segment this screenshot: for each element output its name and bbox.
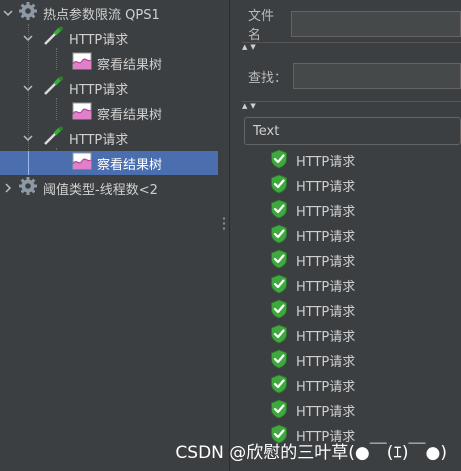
- tree-item-http-request[interactable]: HTTP请求: [0, 26, 218, 50]
- thread-group-gear-icon: [18, 1, 38, 25]
- result-item-label: HTTP请求: [296, 180, 356, 195]
- tree-item-label: HTTP请求: [69, 32, 129, 48]
- view-results-tree-chart-icon: [72, 52, 92, 74]
- success-shield-check-icon: [270, 199, 288, 223]
- tree-item-label: HTTP请求: [69, 82, 129, 98]
- expand-down-arrow-icon[interactable]: ▼: [250, 44, 255, 51]
- results-panel: 文件名 ▲ ▼ 查找： ▲ ▼ Text HTTP请求 HTTP请求 HTTP请…: [230, 0, 461, 471]
- collapse-chevron-icon[interactable]: [22, 82, 34, 94]
- splitter-grip-icon[interactable]: [222, 216, 226, 232]
- result-item[interactable]: HTTP请求: [270, 273, 355, 298]
- tree-item-label: 阈值类型-线程数<2: [43, 182, 158, 198]
- split-divider[interactable]: ▲ ▼: [242, 42, 461, 52]
- split-divider[interactable]: ▲ ▼: [242, 101, 461, 111]
- result-item[interactable]: HTTP请求: [270, 348, 355, 373]
- tree-item-label: 热点参数限流 QPS1: [43, 7, 160, 23]
- result-item[interactable]: HTTP请求: [270, 223, 355, 248]
- result-item-label: HTTP请求: [296, 230, 356, 245]
- tree-item-label: 察看结果树: [97, 57, 163, 73]
- tree-item-view-results-tree[interactable]: 察看结果树: [0, 51, 218, 75]
- tree-item-http-request[interactable]: HTTP请求: [0, 126, 218, 150]
- result-item[interactable]: HTTP请求: [270, 248, 355, 273]
- collapse-chevron-icon[interactable]: [2, 7, 14, 19]
- result-item[interactable]: HTTP请求: [270, 398, 355, 423]
- tree-item-label: 察看结果树: [97, 157, 163, 173]
- http-sampler-pipette-icon: [42, 26, 64, 50]
- view-results-tree-chart-icon: [72, 102, 92, 124]
- tree-item-http-request[interactable]: HTTP请求: [0, 76, 218, 100]
- success-shield-check-icon: [270, 399, 288, 423]
- expand-down-arrow-icon[interactable]: ▼: [250, 103, 255, 110]
- filename-input[interactable]: [291, 11, 461, 37]
- view-results-tree-chart-icon: [72, 152, 92, 174]
- http-sampler-pipette-icon: [42, 126, 64, 150]
- search-input[interactable]: [293, 63, 461, 89]
- success-shield-check-icon: [270, 299, 288, 323]
- tree-item-view-results-tree[interactable]: 察看结果树: [0, 101, 218, 125]
- collapse-up-arrow-icon[interactable]: ▲: [242, 103, 247, 110]
- success-shield-check-icon: [270, 174, 288, 198]
- tree-item-thread-group-qps1[interactable]: 热点参数限流 QPS1: [0, 1, 218, 25]
- tree-item-label: 察看结果树: [97, 107, 163, 123]
- result-item-label: HTTP请求: [296, 280, 356, 295]
- result-item-label: HTTP请求: [296, 380, 356, 395]
- test-plan-tree: 热点参数限流 QPS1 HTTP请求 察看结果树 HTTP请求 察看结果树 HT…: [0, 0, 218, 471]
- result-item[interactable]: HTTP请求: [270, 298, 355, 323]
- watermark: CSDN @欣慰的三叶草(●￣(ｴ)￣●): [175, 443, 447, 463]
- success-shield-check-icon: [270, 374, 288, 398]
- success-shield-check-icon: [270, 149, 288, 173]
- result-item[interactable]: HTTP请求: [270, 373, 355, 398]
- success-shield-check-icon: [270, 349, 288, 373]
- result-item-label: HTTP请求: [296, 405, 356, 420]
- result-item[interactable]: HTTP请求: [270, 148, 355, 173]
- tree-item-view-results-tree-selected[interactable]: 察看结果树: [0, 151, 218, 175]
- result-item-label: HTTP请求: [296, 255, 356, 270]
- result-item-label: HTTP请求: [296, 155, 356, 170]
- renderer-select[interactable]: Text: [244, 117, 461, 145]
- success-shield-check-icon: [270, 274, 288, 298]
- tree-item-label: HTTP请求: [69, 132, 129, 148]
- collapse-chevron-icon[interactable]: [22, 132, 34, 144]
- tree-guide-line: [28, 151, 29, 175]
- filename-row: 文件名: [248, 5, 461, 43]
- result-item-label: HTTP请求: [296, 355, 356, 370]
- result-item[interactable]: HTTP请求: [270, 323, 355, 348]
- renderer-select-value: Text: [253, 123, 280, 139]
- http-sampler-pipette-icon: [42, 76, 64, 100]
- expand-chevron-icon[interactable]: [2, 182, 14, 194]
- filename-label: 文件名: [248, 9, 275, 43]
- thread-group-gear-icon: [18, 176, 38, 200]
- result-item-label: HTTP请求: [296, 205, 356, 220]
- collapse-up-arrow-icon[interactable]: ▲: [242, 44, 247, 51]
- success-shield-check-icon: [270, 324, 288, 348]
- search-label: 查找：: [248, 70, 288, 86]
- result-item[interactable]: HTTP请求: [270, 198, 355, 223]
- tree-item-thread-group-threshold[interactable]: 阈值类型-线程数<2: [0, 176, 218, 200]
- search-row: 查找：: [248, 63, 461, 89]
- success-shield-check-icon: [270, 224, 288, 248]
- collapse-chevron-icon[interactable]: [22, 32, 34, 44]
- result-item-label: HTTP请求: [296, 330, 356, 345]
- result-item[interactable]: HTTP请求: [270, 173, 355, 198]
- result-item-label: HTTP请求: [296, 305, 356, 320]
- pane-splitter[interactable]: [218, 0, 230, 471]
- success-shield-check-icon: [270, 249, 288, 273]
